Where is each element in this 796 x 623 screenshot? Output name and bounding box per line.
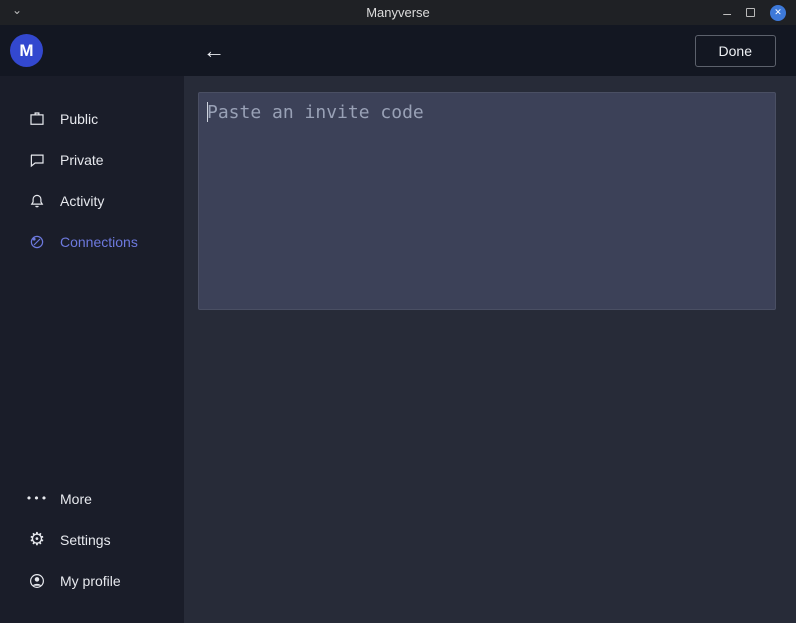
content: Public Private Activity — [0, 76, 796, 623]
titlebar: ⌄ Manyverse – ✕ — [0, 0, 796, 25]
sidebar-item-label: Activity — [60, 193, 104, 209]
close-button[interactable]: ✕ — [770, 5, 786, 21]
app-header: M ← Done — [0, 25, 796, 76]
sidebar-item-label: Settings — [60, 532, 111, 548]
sidebar-item-label: Connections — [60, 234, 138, 250]
more-dots-icon: ••• — [28, 490, 46, 508]
private-icon — [28, 151, 46, 169]
sidebar-item-private[interactable]: Private — [0, 139, 184, 180]
sidebar-item-connections[interactable]: Connections — [0, 221, 184, 262]
main-pane — [184, 76, 796, 623]
sidebar-item-settings[interactable]: ⚙ Settings — [0, 519, 184, 560]
sidebar-item-more[interactable]: ••• More — [0, 478, 184, 519]
minimize-button[interactable]: – — [723, 8, 731, 18]
close-icon: ✕ — [774, 8, 782, 17]
window-controls: – ✕ — [723, 0, 786, 25]
sidebar-item-label: Public — [60, 111, 98, 127]
sidebar-item-activity[interactable]: Activity — [0, 180, 184, 221]
logo-letter: M — [19, 41, 33, 61]
sidebar-item-label: More — [60, 491, 92, 507]
profile-icon — [28, 572, 46, 590]
sidebar-item-label: My profile — [60, 573, 121, 589]
invite-code-area — [198, 92, 776, 310]
gear-icon: ⚙ — [28, 531, 46, 549]
sidebar-item-label: Private — [60, 152, 104, 168]
sidebar-item-my-profile[interactable]: My profile — [0, 560, 184, 601]
manyverse-logo: M — [10, 34, 43, 67]
sidebar-item-public[interactable]: Public — [0, 98, 184, 139]
public-icon — [28, 110, 46, 128]
sidebar: Public Private Activity — [0, 76, 184, 623]
back-arrow-icon: ← — [203, 38, 225, 63]
app-menu-chevron-icon[interactable]: ⌄ — [12, 3, 22, 17]
logo-area: M — [0, 34, 184, 67]
window-title: Manyverse — [0, 5, 796, 20]
sidebar-bottom-group: ••• More ⚙ Settings My profile — [0, 478, 184, 623]
restore-button[interactable] — [746, 8, 755, 17]
activity-bell-icon — [28, 192, 46, 210]
done-button[interactable]: Done — [695, 35, 776, 67]
invite-code-input[interactable] — [198, 92, 776, 310]
connections-icon — [28, 233, 46, 251]
back-button[interactable]: ← — [203, 40, 225, 62]
